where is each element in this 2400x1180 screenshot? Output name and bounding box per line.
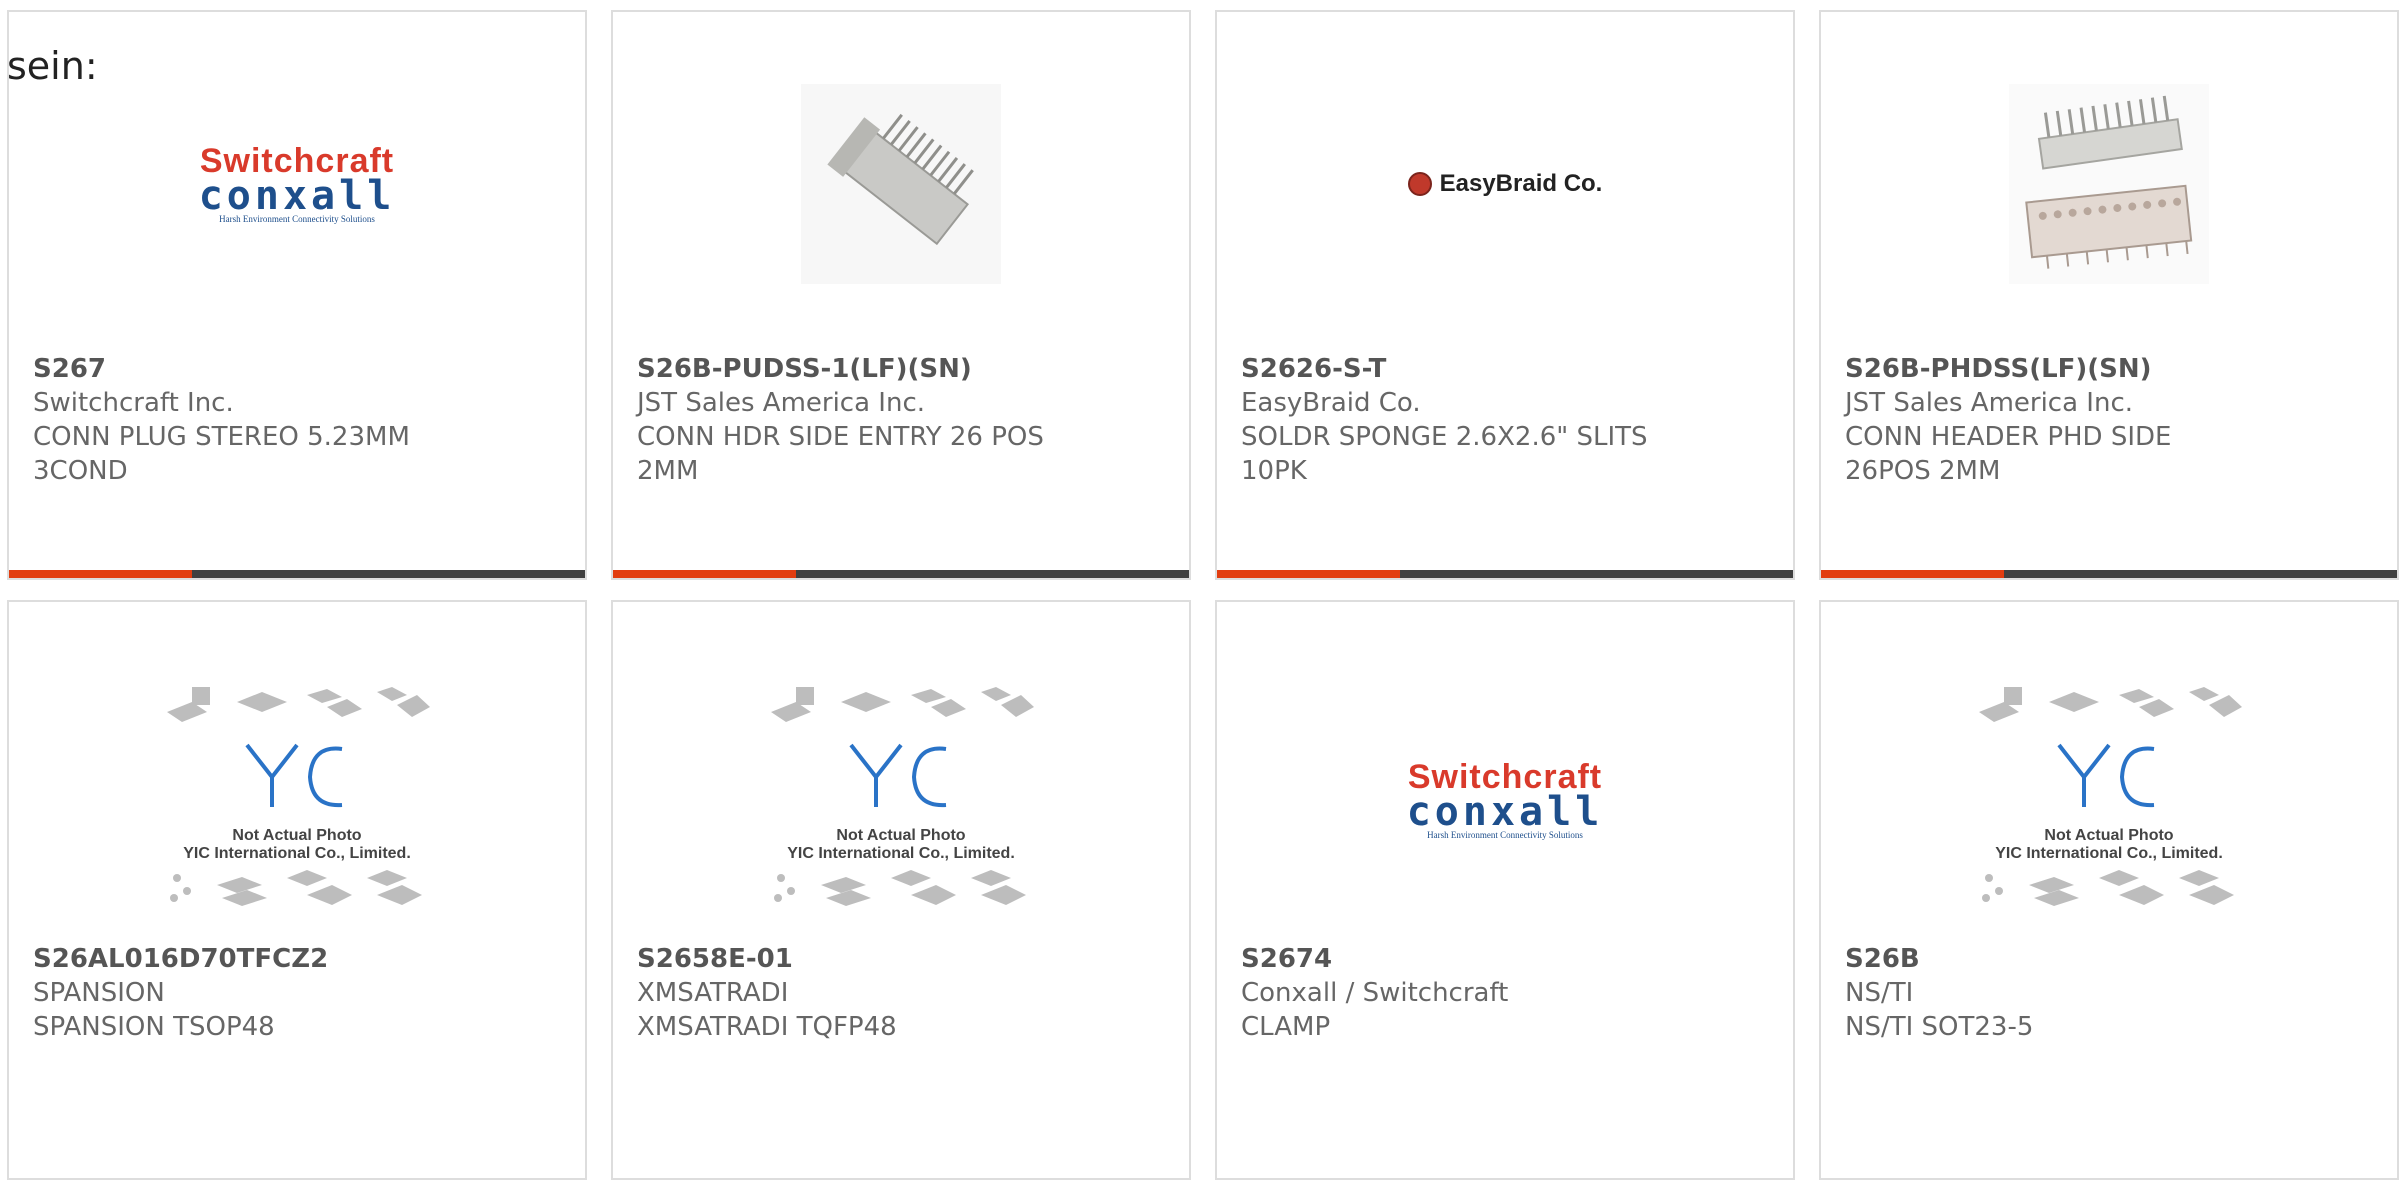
product-card[interactable]: Switchcraft conxall Harsh Environment Co… (7, 10, 587, 580)
part-number[interactable]: S2658E-01 (637, 942, 1169, 976)
part-number[interactable]: S26B-PUDSS-1(LF)(SN) (637, 352, 1169, 386)
connector-header-photo (2009, 84, 2209, 284)
product-card[interactable]: Not Actual Photo YIC International Co., … (1819, 600, 2399, 1180)
product-grid: Switchcraft conxall Harsh Environment Co… (0, 0, 2400, 1180)
manufacturer: NS/TI (1845, 978, 1914, 1008)
product-card[interactable]: S26B-PHDSS(LF)(SN) JST Sales America Inc… (1819, 10, 2399, 580)
product-image[interactable] (1821, 74, 2397, 294)
description: CONN PLUG STEREO 5.23MM 3COND (33, 422, 410, 486)
product-card[interactable]: EasyBraid Co. S2626-S-T EasyBraid Co. SO… (1215, 10, 1795, 580)
product-card[interactable]: S26B-PUDSS-1(LF)(SN) JST Sales America I… (611, 10, 1191, 580)
overlay-text: sein: (7, 44, 98, 88)
product-image[interactable]: Not Actual Photo YIC International Co., … (9, 680, 585, 920)
card-bottom-bar (1821, 570, 2397, 578)
switchcraft-conxall-logo: Switchcraft conxall Harsh Environment Co… (1406, 758, 1604, 840)
part-number[interactable]: S267 (33, 352, 565, 386)
product-card[interactable]: Not Actual Photo YIC International Co., … (7, 600, 587, 1180)
part-number[interactable]: S26AL016D70TFCZ2 (33, 942, 565, 976)
product-image[interactable]: EasyBraid Co. (1217, 74, 1793, 294)
description: CONN HDR SIDE ENTRY 26 POS 2MM (637, 422, 1044, 486)
manufacturer: Switchcraft Inc. (33, 388, 234, 418)
not-actual-photo-placeholder: Not Actual Photo YIC International Co., … (162, 687, 432, 913)
description: SOLDR SPONGE 2.6X2.6" SLITS 10PK (1241, 422, 1648, 486)
switchcraft-conxall-logo: Switchcraft conxall Harsh Environment Co… (198, 142, 396, 224)
manufacturer: XMSATRADI (637, 978, 789, 1008)
easybraid-logo: EasyBraid Co. (1407, 170, 1602, 198)
product-image[interactable]: Not Actual Photo YIC International Co., … (1821, 680, 2397, 920)
not-actual-photo-placeholder: Not Actual Photo YIC International Co., … (1974, 687, 2244, 913)
manufacturer: EasyBraid Co. (1241, 388, 1421, 418)
part-number[interactable]: S2626-S-T (1241, 352, 1773, 386)
part-number[interactable]: S2674 (1241, 942, 1773, 976)
connector-header-photo (801, 84, 1001, 284)
description: NS/TI SOT23-5 (1845, 1012, 2034, 1042)
description: CLAMP (1241, 1012, 1331, 1042)
manufacturer: SPANSION (33, 978, 165, 1008)
manufacturer: JST Sales America Inc. (1845, 388, 2134, 418)
product-image[interactable] (613, 74, 1189, 294)
product-image[interactable]: Not Actual Photo YIC International Co., … (613, 680, 1189, 920)
part-number[interactable]: S26B-PHDSS(LF)(SN) (1845, 352, 2377, 386)
product-image[interactable]: Switchcraft conxall Harsh Environment Co… (9, 74, 585, 294)
manufacturer: JST Sales America Inc. (637, 388, 926, 418)
card-bottom-bar (9, 570, 585, 578)
product-card[interactable]: Not Actual Photo YIC International Co., … (611, 600, 1191, 1180)
product-image[interactable]: Switchcraft conxall Harsh Environment Co… (1217, 680, 1793, 920)
card-bottom-bar (1217, 570, 1793, 578)
card-bottom-bar (613, 570, 1189, 578)
description: CONN HEADER PHD SIDE 26POS 2MM (1845, 422, 2172, 486)
product-card[interactable]: Switchcraft conxall Harsh Environment Co… (1215, 600, 1795, 1180)
description: XMSATRADI TQFP48 (637, 1012, 897, 1042)
manufacturer: Conxall / Switchcraft (1241, 978, 1509, 1008)
description: SPANSION TSOP48 (33, 1012, 275, 1042)
part-number[interactable]: S26B (1845, 942, 2377, 976)
not-actual-photo-placeholder: Not Actual Photo YIC International Co., … (766, 687, 1036, 913)
